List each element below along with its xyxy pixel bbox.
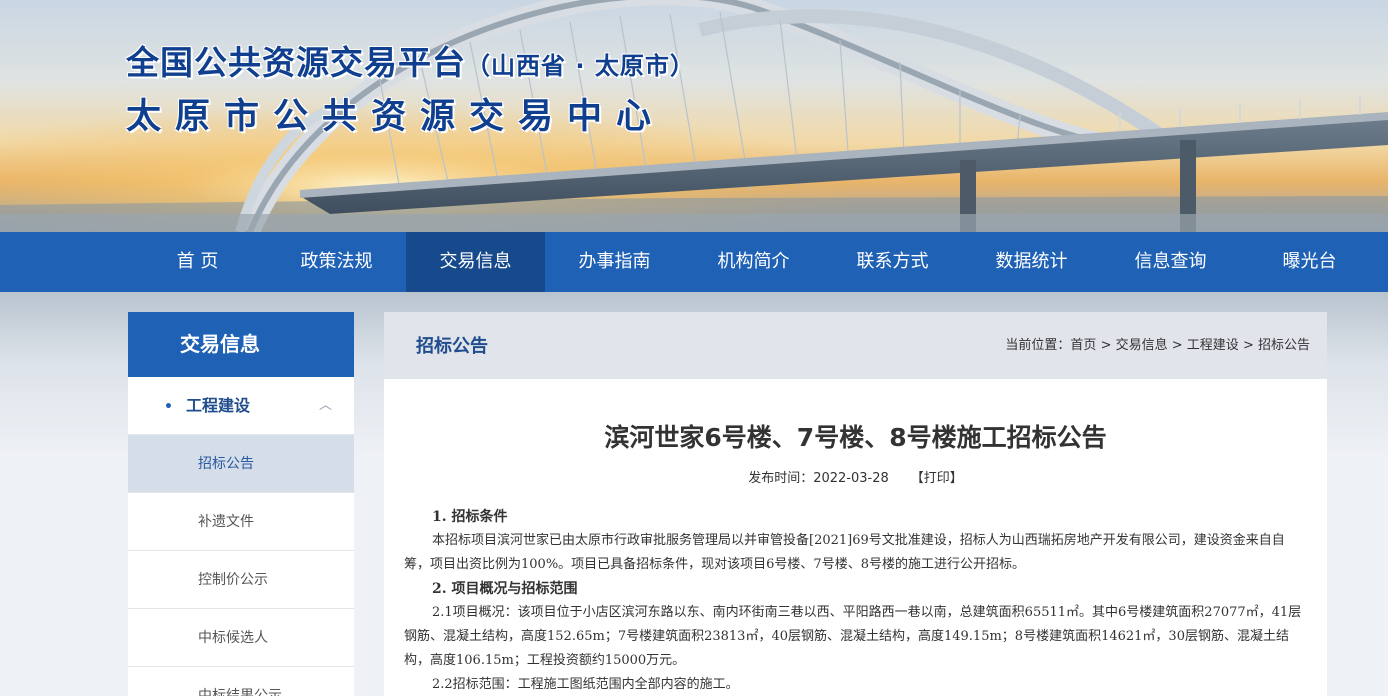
publish-label: 发布时间： bbox=[748, 471, 814, 486]
section-heading: 1. 招标条件 bbox=[432, 509, 508, 525]
nav-item-statistics[interactable]: 数据统计 bbox=[962, 232, 1101, 292]
nav-item-guide[interactable]: 办事指南 bbox=[545, 232, 684, 292]
article-body: 1. 招标条件 本招标项目滨河世家已由太原市行政审批服务管理局以并审管投备[20… bbox=[404, 505, 1309, 696]
paragraph: 2.1项目概况：该项目位于小店区滨河东路以东、南内环街南三巷以西、平阳路西一巷以… bbox=[404, 605, 1302, 668]
bullet-icon: • bbox=[164, 399, 173, 415]
sidebar-item-addendum[interactable]: 补遗文件 bbox=[128, 493, 354, 551]
main-nav: 首 页 政策法规 交易信息 办事指南 机构简介 联系方式 数据统计 信息查询 曝… bbox=[0, 232, 1388, 292]
platform-title: 全国公共资源交易平台（山西省 · 太原市） bbox=[126, 36, 695, 84]
sidebar-title: 交易信息 bbox=[128, 312, 354, 377]
breadcrumb-engineering[interactable]: 工程建设 bbox=[1187, 338, 1239, 353]
breadcrumb-home[interactable]: 首页 bbox=[1070, 338, 1096, 353]
main-content: 招标公告 当前位置：首页 > 交易信息 > 工程建设 > 招标公告 滨河世家6号… bbox=[384, 312, 1327, 696]
sidebar-category-label: 工程建设 bbox=[186, 396, 251, 415]
nav-item-trade-info[interactable]: 交易信息 bbox=[406, 232, 545, 292]
chevron-up-icon[interactable]: ︿ bbox=[319, 377, 332, 435]
publish-date: 2022-03-28 bbox=[813, 471, 889, 486]
breadcrumb-separator: > bbox=[1167, 338, 1187, 353]
article-title: 滨河世家6号楼、7号楼、8号楼施工招标公告 bbox=[604, 423, 1107, 452]
paragraph: 2.2招标范围：工程施工图纸范围内全部内容的施工。 bbox=[432, 677, 739, 692]
nav-item-policy[interactable]: 政策法规 bbox=[267, 232, 406, 292]
section-heading: 2. 项目概况与招标范围 bbox=[432, 581, 578, 597]
breadcrumb-trade-info[interactable]: 交易信息 bbox=[1116, 338, 1168, 353]
breadcrumb-tender-notice[interactable]: 招标公告 bbox=[1258, 338, 1310, 353]
breadcrumb-prefix: 当前位置： bbox=[1005, 338, 1071, 353]
nav-item-search[interactable]: 信息查询 bbox=[1101, 232, 1240, 292]
sidebar-category-engineering[interactable]: • 工程建设 ︿ bbox=[128, 377, 354, 435]
header-banner: 全国公共资源交易平台（山西省 · 太原市） 太原市公共资源交易中心 bbox=[0, 0, 1388, 232]
article-meta: 发布时间：2022-03-28 【打印】 bbox=[384, 467, 1327, 486]
sidebar-item-tender-notice[interactable]: 招标公告 bbox=[128, 435, 354, 493]
center-name: 太原市公共资源交易中心 bbox=[126, 97, 666, 137]
paragraph: 本招标项目滨河世家已由太原市行政审批服务管理局以并审管投备[2021]69号文批… bbox=[404, 533, 1285, 572]
nav-item-exposure[interactable]: 曝光台 bbox=[1240, 232, 1379, 292]
sidebar-item-results[interactable]: 中标结果公示 bbox=[128, 667, 354, 696]
sidebar: 交易信息 • 工程建设 ︿ 招标公告 补遗文件 控制价公示 中标候选人 中标结果公… bbox=[128, 312, 354, 696]
platform-title-main: 全国公共资源交易平台 bbox=[126, 43, 466, 82]
sidebar-item-control-price[interactable]: 控制价公示 bbox=[128, 551, 354, 609]
section-title: 招标公告 bbox=[416, 336, 488, 357]
nav-item-home[interactable]: 首 页 bbox=[128, 232, 267, 292]
breadcrumb-separator: > bbox=[1096, 338, 1116, 353]
breadcrumb: 当前位置：首页 > 交易信息 > 工程建设 > 招标公告 bbox=[1005, 312, 1310, 380]
nav-item-contact[interactable]: 联系方式 bbox=[823, 232, 962, 292]
print-link[interactable]: 【打印】 bbox=[911, 471, 963, 486]
content-header: 招标公告 当前位置：首页 > 交易信息 > 工程建设 > 招标公告 bbox=[384, 312, 1327, 379]
breadcrumb-separator: > bbox=[1238, 338, 1258, 353]
sidebar-item-candidates[interactable]: 中标候选人 bbox=[128, 609, 354, 667]
nav-item-about[interactable]: 机构简介 bbox=[684, 232, 823, 292]
platform-title-region: （山西省 · 太原市） bbox=[466, 52, 695, 80]
